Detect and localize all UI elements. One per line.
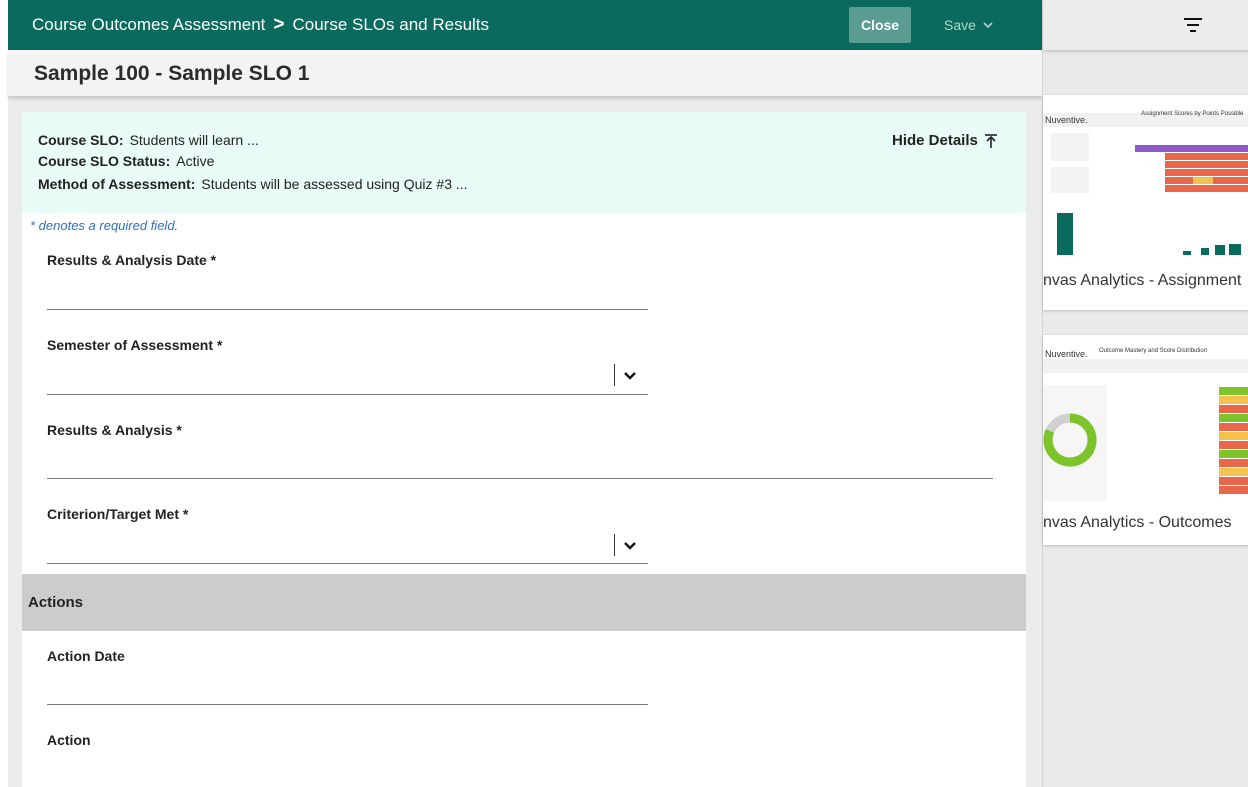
semester-label: Semester of Assessment * — [47, 337, 223, 353]
breadcrumb-item-course-slos[interactable]: Course SLOs and Results — [292, 15, 489, 35]
top-bar: Course Outcomes Assessment > Course SLOs… — [8, 0, 1042, 50]
actions-title: Actions — [28, 594, 84, 611]
action-date-label: Action Date — [47, 648, 125, 664]
slo-details: Course SLO: Students will learn ... Cours… — [22, 112, 1026, 213]
breadcrumb-item-course-outcomes[interactable]: Course Outcomes Assessment — [32, 15, 265, 35]
semester-select[interactable] — [47, 394, 648, 395]
save-label: Save — [944, 17, 976, 33]
method-value: Students will be assessed using Quiz #3 … — [201, 176, 468, 192]
nuventive-logo: Nuventive. — [1045, 115, 1088, 125]
outcomes-thumbnail-caption: Outcome Mastery and Score Distribution — [1099, 348, 1208, 354]
results-analysis-input[interactable] — [47, 478, 993, 479]
card-title-assignment: nvas Analytics - Assignment — [1043, 272, 1242, 289]
assignment-thumbnail-caption: Assignment Scores by Points Possible — [1141, 111, 1244, 117]
breadcrumb: Course Outcomes Assessment > Course SLOs… — [32, 0, 489, 50]
criterion-select[interactable] — [47, 563, 648, 564]
analytics-card-assignment[interactable]: Nuventive. Assignment Scores by Points P… — [1043, 95, 1248, 310]
collapse-up-icon — [984, 133, 997, 148]
results-date-input[interactable] — [47, 309, 648, 310]
criterion-select-divider — [614, 534, 615, 556]
right-panel: Nuventive. Assignment Scores by Points P… — [1042, 0, 1248, 787]
method-row: Method of Assessment: Students will be as… — [38, 176, 468, 192]
title-bar: Sample 100 - Sample SLO 1 — [8, 50, 1042, 97]
action-date-input[interactable] — [47, 704, 648, 705]
status-row: Course SLO Status: Active — [38, 153, 214, 169]
close-button[interactable]: Close — [849, 7, 911, 43]
actions-section-header: Actions — [22, 574, 1026, 631]
results-date-label: Results & Analysis Date * — [47, 252, 217, 268]
slo-label: Course SLO: — [38, 132, 124, 148]
results-analysis-label: Results & Analysis * — [47, 422, 182, 438]
status-label: Course SLO Status: — [38, 153, 171, 169]
semester-select-divider — [614, 364, 615, 386]
slo-row: Course SLO: Students will learn ... — [38, 132, 259, 148]
criterion-label: Criterion/Target Met * — [47, 506, 189, 522]
page-title: Sample 100 - Sample SLO 1 — [34, 62, 310, 85]
left-gutter — [0, 0, 8, 787]
slo-value: Students will learn ... — [129, 132, 259, 148]
card-title-outcomes: nvas Analytics - Outcomes — [1043, 514, 1232, 531]
breadcrumb-separator: > — [273, 14, 285, 35]
hide-details-label: Hide Details — [892, 132, 978, 149]
method-label: Method of Assessment: — [38, 176, 196, 192]
required-field-note: * denotes a required field. — [30, 218, 179, 233]
analytics-card-outcomes[interactable]: Nuventive. Outcome Mastery and Score Dis… — [1043, 335, 1248, 545]
nuventive-logo: Nuventive. — [1045, 349, 1088, 359]
status-value: Active — [176, 153, 215, 169]
semester-chevron-down-icon[interactable] — [622, 368, 638, 384]
save-button[interactable]: Save — [938, 7, 1000, 43]
hide-details-button[interactable]: Hide Details — [892, 132, 998, 149]
criterion-chevron-down-icon[interactable] — [622, 538, 638, 554]
chevron-down-icon — [983, 22, 993, 29]
form-area: Course SLO: Students will learn ... Cours… — [22, 112, 1026, 787]
assessment-panel: Course Outcomes Assessment > Course SLOs… — [8, 0, 1042, 787]
action-label: Action — [47, 732, 91, 748]
outcomes-dashboard-thumbnail — [1043, 335, 1248, 503]
right-panel-header — [1043, 0, 1248, 50]
filter-icon[interactable] — [1183, 16, 1203, 34]
